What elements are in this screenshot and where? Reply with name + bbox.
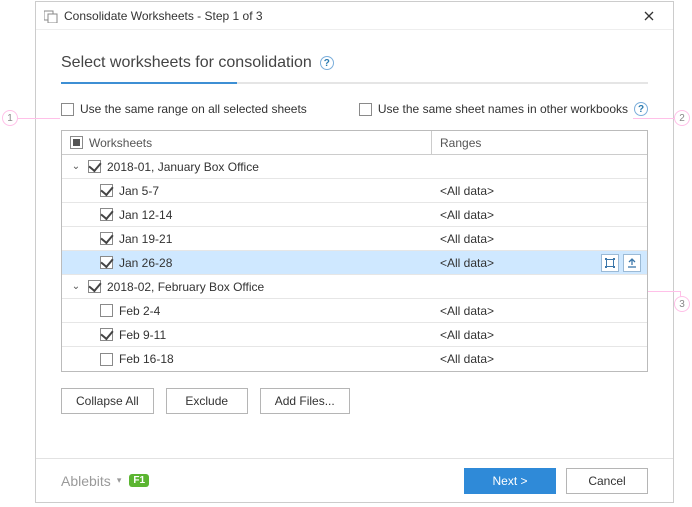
same-range-label[interactable]: Use the same range on all selected sheet… (80, 102, 307, 116)
sheet-checkbox[interactable] (100, 208, 113, 221)
window-title: Consolidate Worksheets - Step 1 of 3 (64, 9, 629, 23)
sheet-row[interactable]: Jan 26-28 <All data> (62, 251, 647, 275)
sheet-checkbox[interactable] (100, 304, 113, 317)
group-row[interactable]: ⌄ 2018-02, February Box Office (62, 275, 647, 299)
action-buttons-row: Collapse All Exclude Add Files... (61, 388, 648, 414)
sheet-label: Feb 16-18 (119, 352, 174, 366)
same-range-checkbox[interactable] (61, 103, 74, 116)
sheet-row[interactable]: Feb 9-11 <All data> (62, 323, 647, 347)
dialog-footer: Ablebits ▾ F1 Next > Cancel (36, 458, 673, 502)
select-all-checkbox[interactable] (70, 136, 83, 149)
group-row[interactable]: ⌄ 2018-01, January Box Office (62, 155, 647, 179)
heading-underline (61, 82, 648, 84)
same-names-label[interactable]: Use the same sheet names in other workbo… (378, 102, 628, 116)
chevron-down-icon[interactable]: ⌄ (70, 281, 82, 292)
f1-help-button[interactable]: F1 (129, 474, 149, 487)
annotation-2: 2 (674, 110, 690, 126)
sheet-row[interactable]: Jan 19-21 <All data> (62, 227, 647, 251)
app-icon (44, 9, 58, 23)
sheet-range: <All data> (432, 352, 647, 366)
brand-label: Ablebits (61, 473, 111, 489)
sheet-checkbox[interactable] (100, 353, 113, 366)
same-names-checkbox[interactable] (359, 103, 372, 116)
cancel-button[interactable]: Cancel (566, 468, 648, 494)
sheet-range: <All data> (432, 328, 647, 342)
sheet-range: <All data> (432, 184, 647, 198)
sheet-range: <All data> (432, 208, 647, 222)
options-row: Use the same range on all selected sheet… (61, 102, 648, 116)
sheet-label: Jan 19-21 (119, 232, 172, 246)
sheet-checkbox[interactable] (100, 184, 113, 197)
col-worksheets: Worksheets (89, 136, 152, 150)
sheet-label: Jan 12-14 (119, 208, 172, 222)
sheet-checkbox[interactable] (100, 328, 113, 341)
table-header: Worksheets Ranges (62, 131, 647, 155)
chevron-down-icon[interactable]: ⌄ (70, 161, 82, 172)
annotation-3: 3 (674, 296, 690, 312)
select-range-icon[interactable] (601, 254, 619, 272)
sheet-label: Jan 5-7 (119, 184, 159, 198)
group-checkbox[interactable] (88, 280, 101, 293)
worksheets-table: Worksheets Ranges ⌄ 2018-01, January Box … (61, 130, 648, 372)
titlebar: Consolidate Worksheets - Step 1 of 3 (36, 2, 673, 30)
add-files-button[interactable]: Add Files... (260, 388, 350, 414)
exclude-button[interactable]: Exclude (166, 388, 248, 414)
annotation-2-line (633, 118, 674, 119)
dialog-window: Consolidate Worksheets - Step 1 of 3 Sel… (35, 1, 674, 503)
close-button[interactable] (629, 3, 669, 29)
collapse-all-button[interactable]: Collapse All (61, 388, 154, 414)
help-icon[interactable]: ? (634, 102, 648, 116)
group-label: 2018-01, January Box Office (107, 160, 259, 174)
page-heading: Select worksheets for consolidation (61, 54, 312, 72)
next-button[interactable]: Next > (464, 468, 556, 494)
sheet-label: Jan 26-28 (119, 256, 172, 270)
sheet-range: <All data> (432, 256, 601, 270)
sheet-checkbox[interactable] (100, 256, 113, 269)
sheet-label: Feb 9-11 (119, 328, 166, 342)
group-label: 2018-02, February Box Office (107, 280, 264, 294)
expand-range-icon[interactable] (623, 254, 641, 272)
sheet-label: Feb 2-4 (119, 304, 160, 318)
sheet-row[interactable]: Feb 16-18 <All data> (62, 347, 647, 371)
table-body: ⌄ 2018-01, January Box Office Jan 5-7 <All … (62, 155, 647, 371)
col-ranges: Ranges (432, 136, 481, 150)
chevron-down-icon: ▾ (117, 475, 122, 486)
sheet-checkbox[interactable] (100, 232, 113, 245)
annotation-3-line-h (648, 291, 681, 292)
annotation-1-line (18, 118, 60, 119)
sheet-row[interactable]: Feb 2-4 <All data> (62, 299, 647, 323)
group-checkbox[interactable] (88, 160, 101, 173)
sheet-range: <All data> (432, 304, 647, 318)
brand-menu[interactable]: Ablebits ▾ (61, 473, 121, 489)
sheet-row[interactable]: Jan 12-14 <All data> (62, 203, 647, 227)
annotation-1: 1 (2, 110, 18, 126)
dialog-content: Select worksheets for consolidation ? Us… (36, 30, 673, 458)
sheet-range: <All data> (432, 232, 647, 246)
help-icon[interactable]: ? (320, 56, 334, 70)
sheet-row[interactable]: Jan 5-7 <All data> (62, 179, 647, 203)
heading-row: Select worksheets for consolidation ? (61, 54, 648, 72)
